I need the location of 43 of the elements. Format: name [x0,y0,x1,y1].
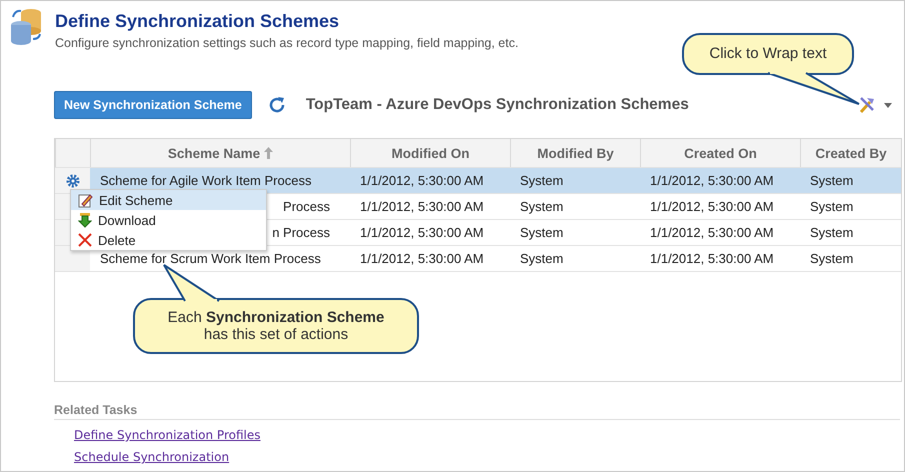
close-icon [78,233,92,247]
table-cell: Scheme for Agile Work Item Process [100,173,312,188]
table-cell-text: 1/1/2012, 5:30:00 AM [649,173,775,188]
table-cell-text: System [809,251,854,266]
table-cell-text: 1/1/2012, 5:30:00 AM [359,173,485,188]
tools-icon[interactable] [858,96,876,114]
column-header[interactable]: Modified By [510,139,640,167]
table-cell: n Process [272,225,330,240]
table-cell-text: 1/1/2012, 5:30:00 AM [649,251,775,266]
table-cell-text: System [809,225,854,240]
table-row[interactable]: Scheme for Agile Work Item Process 1/1/2012, 5:30:00 AM System 1/1/2012, 5:30:00 AM System [55,168,901,194]
table-cell: Scheme for Scrum Work Item Process [100,251,321,266]
related-tasks-heading: Related Tasks [54,403,900,420]
table-cell-text: System [519,225,564,240]
pencil-notepad-icon [78,192,93,208]
table-cell-text: 1/1/2012, 5:30:00 AM [359,199,485,214]
column-header[interactable]: Created By [800,139,901,167]
table-cell-text: System [809,173,854,188]
refresh-icon[interactable] [268,96,286,114]
table-cell-text: System [519,173,564,188]
new-scheme-button[interactable]: New Synchronization Scheme [54,91,252,119]
table-row[interactable]: Scheme for Scrum Work Item Process 1/1/2012, 5:30:00 AM System 1/1/2012, 5:30:00 AM System [55,246,901,272]
task-link[interactable]: Define Synchronization Profiles [74,428,260,442]
column-header[interactable]: Scheme Name [90,139,350,167]
table-cell-text: 1/1/2012, 5:30:00 AM [649,225,775,240]
database-sync-icon [9,7,43,45]
caret-icon[interactable] [884,102,892,108]
gear-icon[interactable] [66,174,80,188]
task-link[interactable]: Schedule Synchronization [74,450,230,464]
table-cell-text: 1/1/2012, 5:30:00 AM [359,225,485,240]
table-cell-text: System [519,251,564,266]
table-cell-text: 1/1/2012, 5:30:00 AM [649,199,775,214]
table-cell-text: 1/1/2012, 5:30:00 AM [359,251,485,266]
column-header[interactable]: Created On [640,139,800,167]
page-title: Define Synchronization Schemes [55,11,340,32]
column-header[interactable]: Modified On [350,139,510,167]
grid-title: TopTeam - Azure DevOps Synchronization Schemes [306,96,689,114]
page-subtitle: Configure synchronization settings such as record type mapping, field mapping, etc. [55,36,518,50]
menu-item[interactable]: Edit Scheme [71,190,266,210]
down-arrow-icon [78,212,92,228]
table-cell-text: System [519,199,564,214]
table-cell-text: System [809,199,854,214]
table-cell: Process [283,199,330,214]
